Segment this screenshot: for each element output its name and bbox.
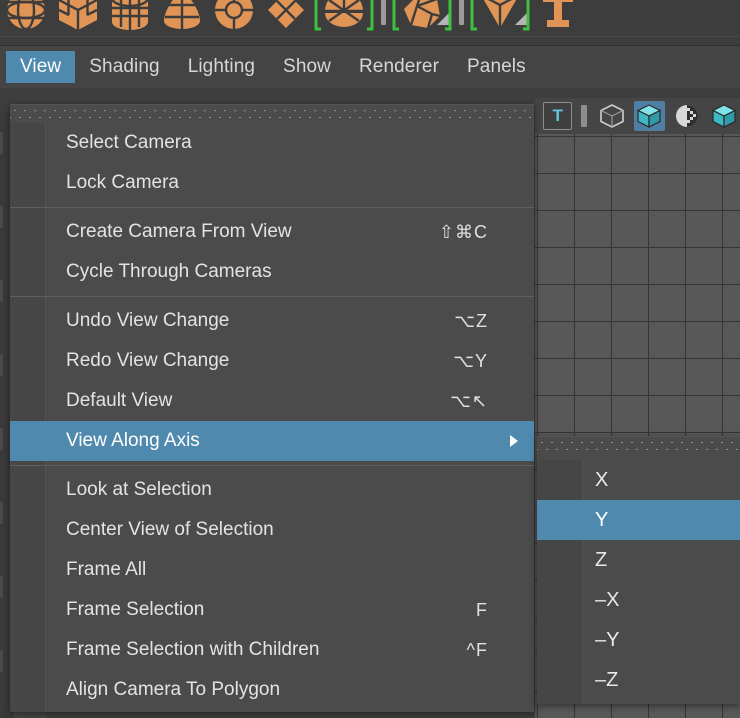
menu-separator	[10, 207, 534, 208]
menu-item-shortcut: ⇧⌘C	[438, 221, 488, 242]
menu-item-label: View Along Axis	[66, 430, 200, 451]
menubar-item-show[interactable]: Show	[269, 51, 345, 83]
submenu-item-label: Z	[595, 548, 608, 571]
polygon-disc-icon[interactable]	[312, 0, 376, 38]
bracket-left-icon	[470, 0, 478, 33]
polygon-plane-icon[interactable]	[260, 0, 312, 38]
menu-item-shortcut: ^F	[466, 639, 488, 660]
use-default-material-button[interactable]	[671, 101, 702, 131]
submenu-item-label: –Y	[595, 628, 620, 651]
menubar-item-label: Shading	[89, 56, 160, 77]
menu-item-shortcut: F	[476, 599, 488, 620]
menu-item-view-along-axis[interactable]: View Along Axis	[10, 421, 534, 461]
wireframe-shading-button[interactable]	[596, 101, 627, 131]
panel-menu-bar: View Shading Lighting Show Renderer Pane…	[0, 46, 740, 88]
polygon-torus-icon[interactable]	[208, 0, 260, 38]
menubar-item-renderer[interactable]: Renderer	[345, 51, 453, 83]
menu-item-create-camera-from-view[interactable]: Create Camera From View ⇧⌘C	[47, 212, 534, 252]
shelf-icon-row	[0, 0, 584, 38]
menu-item-label: Redo View Change	[66, 350, 230, 371]
submenu-item-label: –Z	[595, 668, 619, 691]
view-dropdown-menu: Select Camera Lock Camera Create Camera …	[10, 104, 534, 712]
submenu-arrow-icon	[510, 435, 518, 447]
menubar-item-panels[interactable]: Panels	[453, 51, 540, 83]
menu-item-label: Look at Selection	[66, 479, 212, 500]
menu-item-default-view[interactable]: Default View ⌥↖	[47, 381, 534, 421]
submenu-item-label: X	[595, 468, 609, 491]
menu-item-label: Create Camera From View	[66, 221, 292, 242]
polygon-cube-icon[interactable]	[52, 0, 104, 38]
menu-item-label: Frame Selection	[66, 599, 205, 620]
menubar-item-label: Renderer	[358, 56, 439, 77]
submenu-item-axis-x[interactable]: X	[584, 460, 740, 500]
menu-item-select-camera[interactable]: Select Camera	[47, 123, 534, 163]
submenu-item-axis-neg-x[interactable]: –X	[584, 580, 740, 620]
menu-tear-off-handle[interactable]	[10, 105, 534, 123]
menu-item-frame-selection[interactable]: Frame Selection F	[47, 590, 534, 630]
viewport-toolbar: T	[535, 98, 740, 134]
submenu-icon-gutter	[537, 460, 583, 704]
menu-item-cycle-through-cameras[interactable]: Cycle Through Cameras	[47, 252, 534, 292]
menu-item-label: Align Camera To Polygon	[66, 679, 281, 700]
submenu-item-label: Y	[595, 508, 609, 531]
bracket-left-icon	[314, 0, 322, 33]
menu-item-label: Undo View Change	[66, 310, 230, 331]
bracket-right-icon	[366, 0, 374, 33]
menu-item-label: Frame Selection with Children	[66, 639, 320, 660]
smooth-shade-all-button[interactable]	[633, 101, 666, 131]
submenu-item-axis-neg-y[interactable]: –Y	[584, 620, 740, 660]
submenu-item-axis-z[interactable]: Z	[584, 540, 740, 580]
menubar-item-label: Lighting	[187, 56, 256, 77]
menu-item-look-at-selection[interactable]: Look at Selection	[47, 470, 534, 510]
menubar-item-shading[interactable]: Shading	[75, 51, 173, 83]
menu-item-shortcut: ⌥Y	[453, 350, 488, 371]
maya-window: View Shading Lighting Show Renderer Pane…	[0, 0, 740, 718]
bracket-right-icon	[444, 0, 452, 33]
menu-item-frame-selection-with-children[interactable]: Frame Selection with Children ^F	[47, 630, 534, 670]
menu-item-label: Cycle Through Cameras	[66, 261, 272, 282]
shelf-separator	[454, 0, 468, 38]
text-tool-label: T	[552, 106, 563, 125]
polygon-text-icon[interactable]	[532, 0, 584, 38]
menu-item-label: Lock Camera	[66, 172, 179, 193]
menu-item-frame-all[interactable]: Frame All	[47, 550, 534, 590]
menu-item-align-camera-to-polygon[interactable]: Align Camera To Polygon	[47, 670, 534, 710]
polygon-sphere-icon[interactable]	[0, 0, 52, 38]
menu-item-center-view-of-selection[interactable]: Center View of Selection	[47, 510, 534, 550]
menubar-item-lighting[interactable]: Lighting	[174, 51, 269, 83]
menubar-item-view[interactable]: View	[6, 51, 76, 83]
submenu-tear-off-handle[interactable]	[537, 437, 740, 460]
view-along-axis-submenu: X Y Z –X –Y –Z	[537, 436, 740, 704]
bracket-right-icon	[522, 0, 530, 33]
polygon-cylinder-icon[interactable]	[104, 0, 156, 38]
shelf-separator	[376, 0, 390, 38]
submenu-item-axis-neg-z[interactable]: –Z	[584, 660, 740, 700]
menu-item-shortcut: ⌥Z	[454, 310, 488, 331]
menu-icon-gutter	[10, 123, 46, 712]
polygon-platonic-icon[interactable]	[390, 0, 454, 38]
menu-item-undo-view-change[interactable]: Undo View Change ⌥Z	[47, 301, 534, 341]
submenu-item-axis-y[interactable]: Y	[537, 500, 740, 540]
toolbar-divider	[581, 105, 588, 127]
menu-item-redo-view-change[interactable]: Redo View Change ⌥Y	[47, 341, 534, 381]
polygons-shelf	[0, 0, 740, 46]
menu-item-label: Center View of Selection	[66, 519, 274, 540]
bracket-left-icon	[392, 0, 400, 33]
polygon-pyramid-icon[interactable]	[468, 0, 532, 38]
shaded-textured-button[interactable]	[709, 101, 740, 131]
menu-item-label: Frame All	[66, 559, 147, 580]
menu-item-label: Select Camera	[66, 132, 192, 153]
polygon-cone-icon[interactable]	[156, 0, 208, 38]
menubar-item-label: Panels	[467, 56, 526, 77]
menubar-item-label: Show	[283, 56, 331, 77]
menu-item-label: Default View	[66, 390, 173, 411]
menu-item-lock-camera[interactable]: Lock Camera	[47, 163, 534, 203]
menu-item-shortcut: ⌥↖	[450, 390, 488, 411]
text-tool-button[interactable]: T	[543, 102, 573, 130]
menu-separator	[10, 465, 534, 466]
menubar-item-label: View	[20, 56, 62, 77]
menu-separator	[10, 296, 534, 297]
submenu-item-label: –X	[595, 588, 620, 611]
